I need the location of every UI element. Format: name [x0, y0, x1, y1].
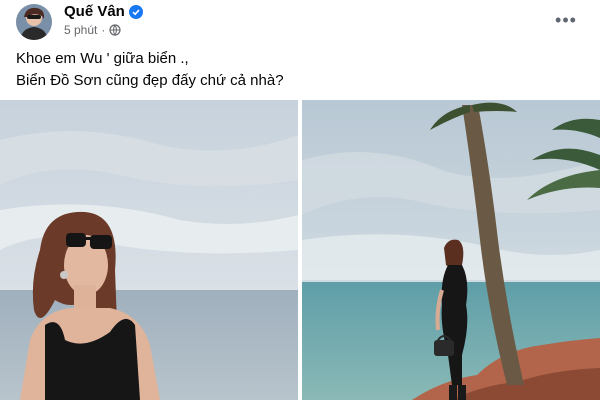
verified-badge-icon — [128, 4, 143, 19]
post-caption: Khoe em Wu ' giữa biển ., Biển Đồ Sơn cũ… — [16, 48, 576, 92]
more-options-button[interactable]: ••• — [552, 8, 580, 32]
avatar-image — [16, 4, 52, 40]
caption-line-1: Khoe em Wu ' giữa biển ., — [16, 50, 189, 67]
meta-separator: · — [101, 23, 106, 37]
photo-left[interactable] — [0, 100, 298, 400]
woman-sunglasses-sea-image — [0, 100, 298, 400]
post-time[interactable]: 5 phút — [64, 23, 97, 37]
globe-icon[interactable] — [109, 24, 121, 36]
more-horizontal-icon: ••• — [555, 9, 577, 30]
photo-grid — [0, 100, 600, 400]
caption-line-2: Biển Đồ Sơn cũng đẹp đấy chứ cả nhà? — [16, 72, 284, 89]
photo-right[interactable] — [302, 100, 600, 400]
post-header: Quế Vân 5 phút · ••• — [0, 0, 600, 44]
post-meta: 5 phút · — [64, 23, 121, 37]
author-name[interactable]: Quế Vân — [64, 3, 125, 20]
avatar[interactable] — [16, 4, 52, 40]
author-name-row: Quế Vân — [64, 3, 143, 20]
woman-palm-tree-beach-image — [302, 100, 600, 400]
